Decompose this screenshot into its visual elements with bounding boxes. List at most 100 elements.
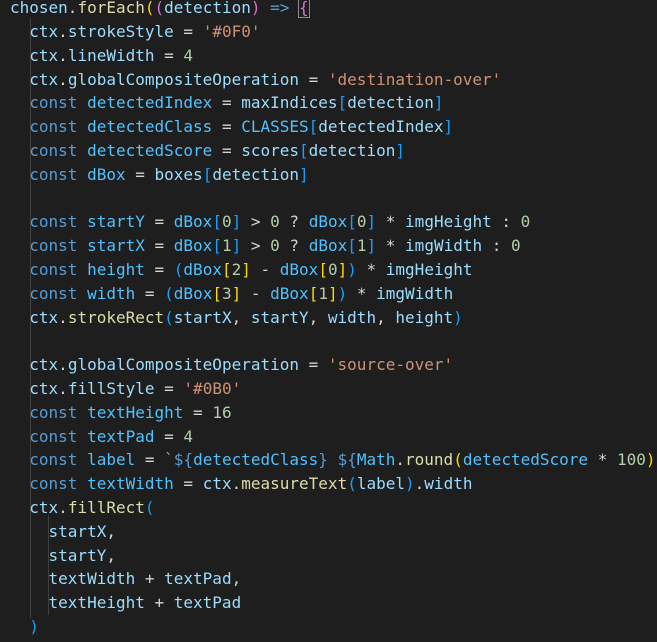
code-line[interactable]: const label = `${detectedClass} ${Math.r… — [10, 448, 655, 472]
code-editor[interactable]: chosen.forEach((detection) => { ctx.stro… — [0, 0, 657, 642]
code-token: ( — [173, 260, 184, 279]
code-token: [ — [202, 164, 213, 184]
code-line[interactable]: chosen.forEach((detection) => { — [10, 0, 310, 20]
code-token: } — [318, 450, 328, 470]
code-token: chosen — [10, 0, 68, 18]
code-line[interactable]: const textHeight = 16 — [10, 401, 231, 425]
code-token: ctx — [29, 69, 59, 89]
code-line[interactable]: ctx.lineWidth = 4 — [10, 44, 193, 68]
code-token: dBox — [308, 212, 348, 232]
code-token: = — [212, 93, 242, 113]
code-line[interactable]: const detectedIndex = maxIndices[detecti… — [10, 91, 444, 115]
code-line[interactable]: const startY = dBox[0] > 0 ? dBox[0] * i… — [10, 210, 530, 234]
code-token: height — [87, 260, 145, 279]
code-line[interactable]: const height = (dBox[2] - dBox[0]) * img… — [10, 258, 472, 282]
code-token: 3 — [221, 283, 232, 303]
code-line[interactable]: const textWidth = ctx.measureText(label)… — [10, 472, 472, 496]
code-token: [ — [347, 236, 357, 256]
code-token: dBox — [87, 164, 126, 184]
code-token: startX — [87, 236, 145, 256]
code-token: dBox — [183, 260, 222, 279]
code-token: ( — [453, 450, 463, 470]
code-token: const — [29, 93, 78, 113]
code-token: ( — [347, 474, 357, 494]
code-token: const — [29, 283, 78, 303]
code-line[interactable]: const textPad = 4 — [10, 425, 193, 449]
code-token: detection — [347, 93, 434, 113]
code-token: + — [135, 569, 165, 589]
code-token: ] — [433, 93, 444, 113]
code-token: ( — [154, 0, 165, 18]
code-line[interactable]: const detectedClass = CLASSES[detectedIn… — [10, 115, 453, 139]
code-token: ( — [144, 0, 155, 18]
code-token: = — [154, 426, 184, 446]
code-token: . — [58, 498, 68, 517]
code-line[interactable]: ctx.fillStyle = '#0B0' — [10, 377, 241, 401]
code-line[interactable]: ctx.globalCompositeOperation = 'destinat… — [10, 68, 501, 92]
code-token: 'destination-over' — [327, 69, 502, 89]
code-line[interactable]: startY, — [10, 544, 116, 568]
code-line[interactable]: ctx.globalCompositeOperation = 'source-o… — [10, 353, 453, 377]
code-token: ) — [337, 283, 348, 303]
code-token: 'source-over' — [327, 355, 454, 375]
code-token: : — [482, 236, 512, 256]
code-token: ctx — [29, 45, 59, 65]
code-line[interactable]: const detectedScore = scores[detection] — [10, 139, 405, 163]
code-token: ? — [279, 236, 309, 256]
code-token: . — [58, 69, 68, 89]
code-token: = — [154, 45, 184, 65]
code-token: { — [298, 0, 310, 19]
code-token: 0 — [511, 236, 521, 256]
code-token: textHeight — [87, 402, 184, 422]
code-token: ) — [405, 474, 415, 494]
code-line[interactable]: ctx.fillRect( — [10, 496, 154, 520]
code-token: ] — [241, 260, 251, 279]
code-token: strokeStyle — [67, 22, 174, 41]
code-token: 0 — [270, 236, 280, 256]
code-line[interactable]: const startX = dBox[1] > 0 ? dBox[1] * i… — [10, 234, 521, 258]
code-token: , — [308, 307, 328, 327]
code-line[interactable]: ) — [10, 615, 39, 639]
code-token: = — [144, 260, 174, 279]
code-token: ${ — [173, 450, 194, 470]
code-token: 0 — [327, 260, 338, 279]
code-token: + — [144, 593, 174, 613]
code-line[interactable]: ctx.strokeStyle = '#0F0' — [10, 20, 260, 44]
code-token: = — [125, 164, 155, 184]
code-token: [ — [308, 117, 319, 137]
code-line[interactable]: const dBox = boxes[detection] — [10, 163, 308, 187]
code-line[interactable]: textHeight + textPad — [10, 591, 242, 615]
code-token: '#0B0' — [183, 379, 242, 398]
code-token: detectedClass — [87, 117, 213, 137]
code-token: 0 — [356, 212, 367, 232]
code-token: const — [29, 164, 78, 184]
code-token: 4 — [183, 45, 194, 65]
code-token: ctx — [29, 498, 59, 517]
code-token: textWidth — [87, 474, 174, 494]
code-token: * — [356, 260, 386, 279]
code-token: ${ — [337, 450, 357, 470]
code-line[interactable]: ctx.strokeRect(startX, startY, width, he… — [10, 306, 463, 330]
code-token: ) — [347, 260, 357, 279]
code-token: ] — [231, 236, 242, 256]
code-token: const — [29, 426, 78, 446]
code-token: 0 — [221, 212, 232, 232]
code-token: ( — [164, 307, 174, 327]
code-token: 0 — [270, 212, 280, 232]
code-token: 2 — [231, 260, 242, 279]
code-line[interactable]: const width = (dBox[3] - dBox[1]) * imgW… — [10, 282, 453, 306]
code-line[interactable]: startX, — [10, 520, 116, 544]
code-token: ] — [366, 236, 377, 256]
code-line[interactable]: textWidth + textPad, — [10, 567, 242, 591]
